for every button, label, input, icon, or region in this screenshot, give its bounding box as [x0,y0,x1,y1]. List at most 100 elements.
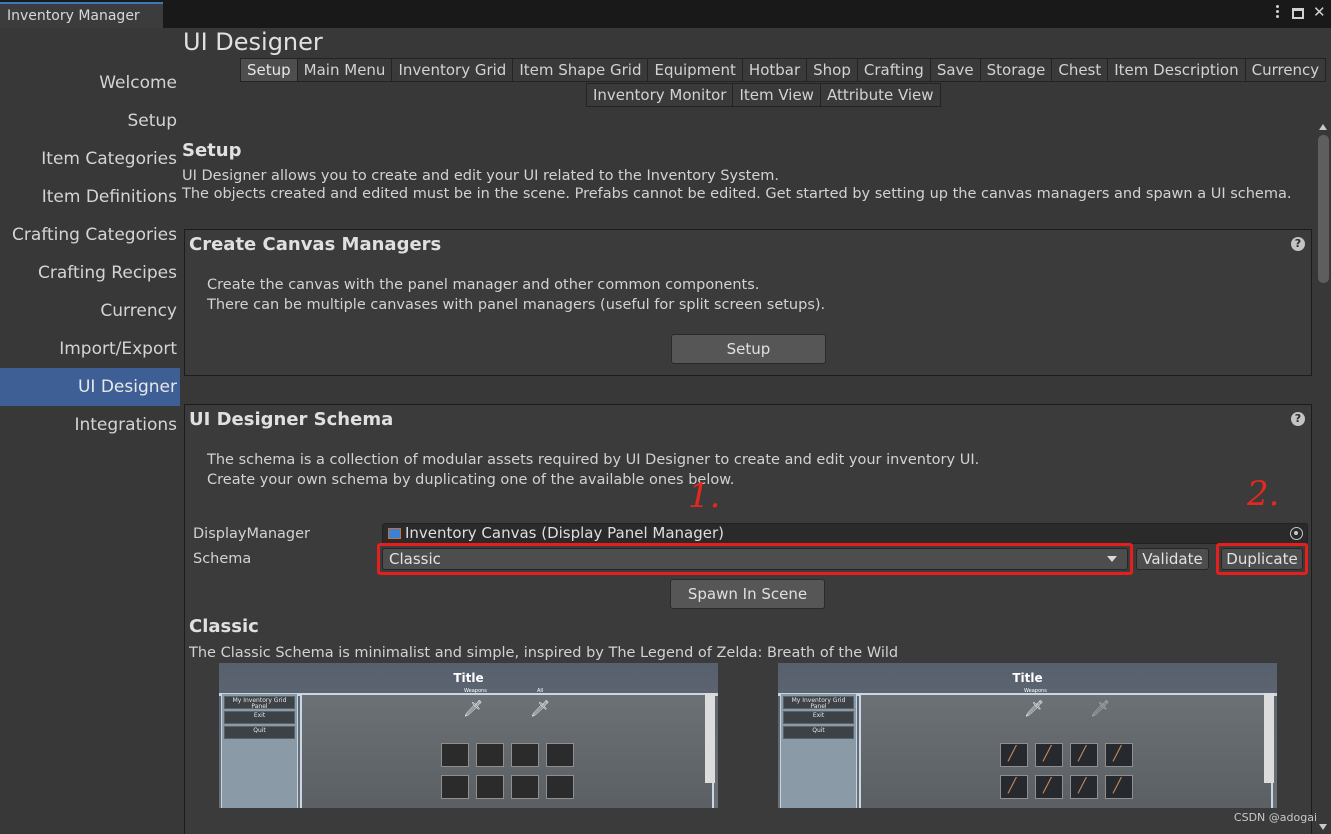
window-tab-bar: Inventory Manager ✕ [0,0,1331,28]
annotation-1: 1. [688,476,721,516]
classic-heading: Classic [189,616,259,637]
create-canvas-managers-title: Create Canvas Managers [189,234,442,255]
preview-menu: My Inventory Grid Panel Exit Quit [221,693,298,808]
tab-setup[interactable]: Setup [240,58,298,82]
scrollbar-thumb[interactable] [1318,135,1329,283]
tab-inventory-monitor[interactable]: Inventory Monitor [586,83,734,107]
more-options-icon[interactable] [1271,4,1283,20]
tab-chest[interactable]: Chest [1051,58,1109,82]
sword-icon: 🗡 [1090,699,1111,718]
setup-description-line-1: UI Designer allows you to create and edi… [182,168,780,184]
sword-icon: 🗡 [463,699,484,718]
page-title: UI Designer [183,28,323,56]
window-tab-inventory-manager[interactable]: Inventory Manager [0,2,163,28]
spawn-in-scene-button[interactable]: Spawn In Scene [670,579,825,609]
inventory-slot [1035,775,1063,799]
inventory-slot [1070,775,1098,799]
vertical-scrollbar[interactable] [1316,122,1331,834]
sidebar-item-crafting-categories[interactable]: Crafting Categories [0,216,180,254]
watermark: CSDN @adogai [1233,811,1317,824]
sword-icon: 🗡 [530,699,551,718]
inventory-slot [1105,775,1133,799]
tab-item-view[interactable]: Item View [732,83,821,107]
display-manager-field[interactable]: Inventory Canvas (Display Panel Manager) [382,523,1308,544]
annotation-highlight-schema [377,543,1133,575]
setup-heading: Setup [182,140,242,161]
tab-shop[interactable]: Shop [806,58,858,82]
schema-description-line-1: The schema is a collection of modular as… [207,452,980,468]
tab-row-2: Inventory Monitor Item View Attribute Vi… [586,83,941,107]
setup-description-line-2: The objects created and edited must be i… [182,186,1292,202]
sidebar-item-ui-designer[interactable]: UI Designer [0,368,180,406]
schema-description-line-2: Create your own schema by duplicating on… [207,472,735,488]
inventory-slot [476,743,504,767]
tab-equipment[interactable]: Equipment [647,58,743,82]
tab-crafting[interactable]: Crafting [856,58,931,82]
preview-menu-item: Quit [783,726,854,739]
inventory-slot [511,775,539,799]
tab-currency[interactable]: Currency [1244,58,1327,82]
help-icon[interactable]: ? [1291,237,1305,251]
inventory-slot [1000,775,1028,799]
setup-button[interactable]: Setup [671,334,826,364]
tab-main-menu[interactable]: Main Menu [296,58,393,82]
window-tab-label: Inventory Manager [7,8,140,24]
tab-row-1: Setup Main Menu Inventory Grid Item Shap… [240,58,1327,82]
sidebar-item-setup[interactable]: Setup [0,102,180,140]
scroll-down-icon[interactable] [1319,824,1327,830]
object-picker-icon[interactable] [1290,527,1303,540]
annotation-highlight-duplicate [1216,543,1308,575]
tab-item-shape-grid[interactable]: Item Shape Grid [512,58,649,82]
sidebar-item-crafting-recipes[interactable]: Crafting Recipes [0,254,180,292]
scroll-up-icon[interactable] [1319,124,1327,130]
sidebar-item-import-export[interactable]: Import/Export [0,330,180,368]
tab-item-description[interactable]: Item Description [1107,58,1246,82]
ui-designer-schema-title: UI Designer Schema [189,409,394,430]
preview-title: Title [1012,671,1043,685]
preview-menu-item: Exit [224,711,295,724]
sword-icon: 🗡 [1024,699,1045,718]
preview-menu-item: My Inventory Grid Panel [783,696,854,710]
tab-inventory-grid[interactable]: Inventory Grid [391,58,514,82]
validate-button[interactable]: Validate [1136,548,1209,570]
preview-menu-item: Exit [783,711,854,724]
preview-scrollbar [1264,693,1274,783]
inventory-slot [476,775,504,799]
maximize-icon[interactable] [1292,7,1304,19]
tab-hotbar[interactable]: Hotbar [741,58,808,82]
classic-description: The Classic Schema is minimalist and sim… [189,645,899,661]
preview-grid-panel [300,693,714,808]
close-icon[interactable]: ✕ [1313,4,1326,20]
preview-scrollbar [705,693,715,783]
sidebar-item-integrations[interactable]: Integrations [0,406,180,444]
sidebar-item-item-definitions[interactable]: Item Definitions [0,178,180,216]
inventory-slot [1105,743,1133,767]
schema-label: Schema [193,551,252,567]
tab-attribute-view[interactable]: Attribute View [819,83,941,107]
inventory-slot [511,743,539,767]
inventory-slot [1035,743,1063,767]
sidebar-item-currency[interactable]: Currency [0,292,180,330]
preview-menu-item: My Inventory Grid Panel [224,696,295,710]
help-icon[interactable]: ? [1291,412,1305,426]
display-panel-manager-icon [388,528,401,539]
sidebar-item-welcome[interactable]: Welcome [0,64,180,102]
create-canvas-managers-box: Create Canvas Managers ? Create the canv… [184,229,1312,376]
preview-menu: My Inventory Grid Panel Exit Quit [780,693,857,808]
window-controls: ✕ [1271,4,1326,20]
preview-menu-item: Quit [224,726,295,739]
inventory-slot [1070,743,1098,767]
sidebar-item-item-categories[interactable]: Item Categories [0,140,180,178]
canvas-description-line-2: There can be multiple canvases with pane… [207,297,826,313]
canvas-description-line-1: Create the canvas with the panel manager… [207,277,760,293]
tab-save[interactable]: Save [929,58,981,82]
sidebar: Welcome Setup Item Categories Item Defin… [0,28,180,834]
inventory-slot [441,775,469,799]
display-manager-label: DisplayManager [193,526,311,542]
classic-preview-right: Title Weapons My Inventory Grid Panel Ex… [778,663,1277,808]
main-panel: UI Designer Setup Main Menu Inventory Gr… [180,28,1331,834]
preview-grid-panel [859,693,1273,808]
inventory-slot [441,743,469,767]
inventory-slot [1000,743,1028,767]
tab-storage[interactable]: Storage [979,58,1053,82]
